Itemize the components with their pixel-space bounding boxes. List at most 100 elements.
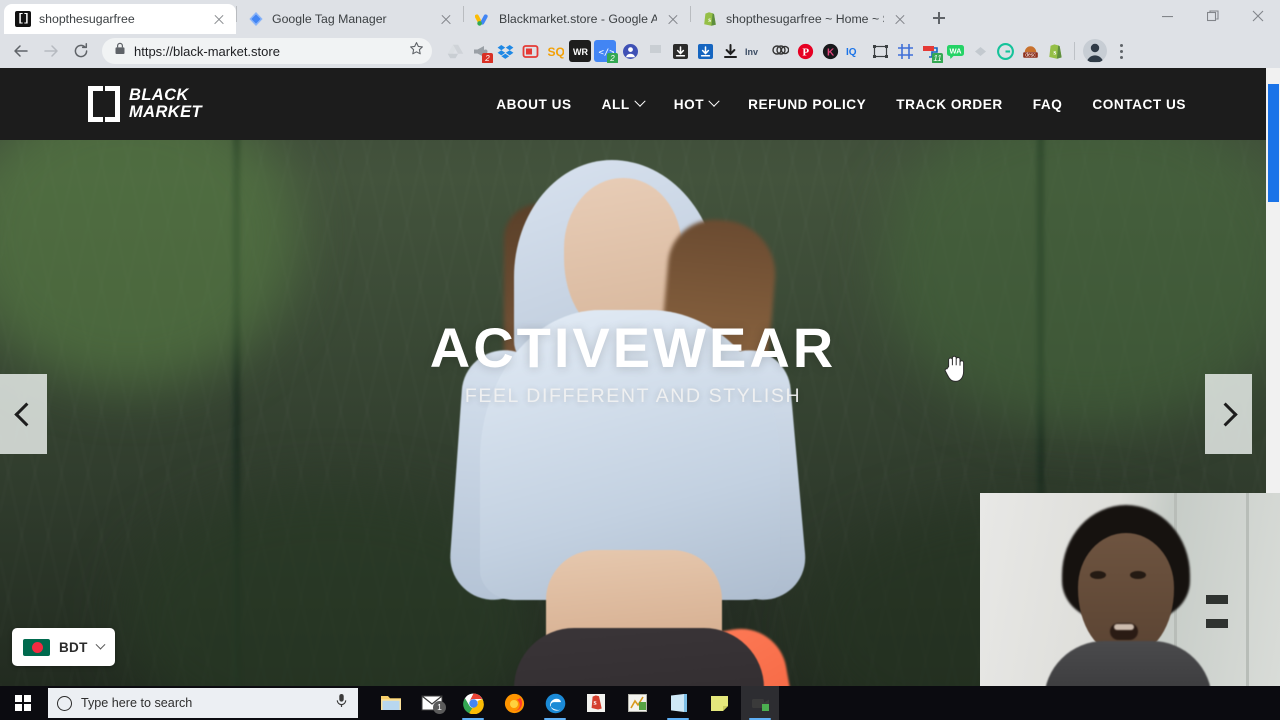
svg-text:P: P <box>802 46 809 58</box>
browser-tab-3[interactable]: Blackmarket.store - Google Ads <box>464 4 690 34</box>
tag-red-icon[interactable] <box>519 40 541 62</box>
wappalyzer-icon[interactable]: WR <box>569 40 591 62</box>
flag-grey-icon[interactable] <box>644 40 666 62</box>
firefox-icon[interactable] <box>495 686 533 720</box>
svg-text:WR: WR <box>573 47 588 57</box>
mail-icon[interactable]: 1 <box>413 686 451 720</box>
hero-subtitle: FEEL DIFFERENT AND STYLISH <box>464 385 802 407</box>
microphone-icon[interactable] <box>335 693 348 713</box>
chrome-browser-window: [] shopthesugarfree Google Tag Manager B… <box>0 0 1280 686</box>
whatsapp-wa-icon[interactable]: WA <box>944 40 966 62</box>
close-icon[interactable] <box>665 11 681 27</box>
paint-roller-icon[interactable]: 11 <box>919 40 943 63</box>
svg-text:s: s <box>594 698 597 707</box>
avatar[interactable] <box>1083 39 1107 63</box>
chart-app-icon[interactable] <box>618 686 656 720</box>
screen-recorder-icon[interactable] <box>741 686 779 720</box>
close-window-button[interactable] <box>1235 0 1280 32</box>
chrome-icon[interactable] <box>454 686 492 720</box>
carousel-prev-button[interactable] <box>0 374 47 454</box>
logo-line-2: MARKET <box>129 103 202 121</box>
pinterest-icon[interactable]: P <box>794 40 816 62</box>
taskbar-search-input[interactable]: Type here to search <box>48 688 358 718</box>
google-drive-icon[interactable] <box>444 40 466 62</box>
megaphone-ads-icon[interactable]: 2 <box>469 40 493 63</box>
download-arrow-icon[interactable] <box>719 40 741 62</box>
user-circle-blue-icon[interactable] <box>619 40 641 62</box>
grid-blue-icon[interactable] <box>894 40 916 62</box>
cortana-circle-icon <box>57 695 72 711</box>
hero-model-photo <box>396 160 866 686</box>
shopify-green-icon[interactable]: s <box>1044 40 1066 62</box>
address-bar[interactable]: https://black-market.store <box>102 38 432 64</box>
google-tag-manager-icon <box>248 11 264 27</box>
dropbox-icon[interactable] <box>494 40 516 62</box>
edge-icon[interactable] <box>536 686 574 720</box>
onenote-icon[interactable] <box>659 686 697 720</box>
close-icon[interactable] <box>211 11 227 27</box>
svg-text:IQ: IQ <box>846 47 857 58</box>
nav-item-contact-us[interactable]: CONTACT US <box>1092 97 1186 112</box>
reload-button[interactable] <box>66 36 96 66</box>
grammarly-icon[interactable] <box>994 40 1016 62</box>
koala-inspector-icon[interactable]: K <box>819 40 841 62</box>
bookmark-star-icon[interactable] <box>409 41 424 61</box>
close-icon[interactable] <box>892 11 908 27</box>
currency-code: BDT <box>59 639 88 655</box>
currency-selector[interactable]: BDT <box>12 628 115 666</box>
browser-toolbar: https://black-market.store 2 SQ WR </> 2 … <box>0 34 1280 68</box>
webcam-overlay <box>980 493 1280 686</box>
chevron-down-icon <box>634 95 646 107</box>
maximize-button[interactable] <box>1190 0 1235 32</box>
desc-bell-icon[interactable]: desc <box>1019 40 1041 62</box>
nav-label: REFUND POLICY <box>748 96 867 112</box>
nav-item-faq[interactable]: FAQ <box>1033 97 1063 112</box>
lock-icon <box>114 42 126 60</box>
similarweb-icon[interactable] <box>769 40 791 62</box>
mail-badge: 1 <box>433 701 446 714</box>
nav-item-track-order[interactable]: TRACK ORDER <box>896 97 1003 112</box>
tab-title: Google Tag Manager <box>272 12 387 26</box>
forward-button[interactable] <box>36 36 66 66</box>
selection-frame-icon[interactable] <box>869 40 891 62</box>
chevron-down-icon <box>95 639 106 650</box>
browser-tab-4[interactable]: s shopthesugarfree ~ Home ~ Sho <box>691 4 917 34</box>
windows-start-icon[interactable] <box>0 686 46 720</box>
sticky-notes-icon[interactable] <box>700 686 738 720</box>
tab-strip: [] shopthesugarfree Google Tag Manager B… <box>0 0 1280 34</box>
download-blue-icon[interactable] <box>694 40 716 62</box>
extension-badge: 2 <box>482 53 493 63</box>
svg-text:s: s <box>708 16 711 24</box>
chevron-down-icon <box>708 95 720 107</box>
logo-text: BLACK MARKET <box>129 87 202 121</box>
download-dark-icon[interactable] <box>669 40 691 62</box>
browser-tab-2[interactable]: Google Tag Manager <box>237 4 463 34</box>
file-explorer-icon[interactable] <box>372 686 410 720</box>
nav-item-refund-policy[interactable]: REFUND POLICY <box>748 97 866 112</box>
shopify-app-icon[interactable]: s <box>577 686 615 720</box>
code-brackets-icon[interactable]: </> 2 <box>594 40 618 63</box>
close-icon[interactable] <box>438 11 454 27</box>
site-logo[interactable]: BLACK MARKET <box>88 86 202 122</box>
nav-item-about-us[interactable]: ABOUT US <box>496 97 571 112</box>
carousel-next-button[interactable] <box>1205 374 1252 454</box>
main-navigation: ABOUT US ALL HOT REFUND POLICY TRACK ORD… <box>496 95 1186 112</box>
taskbar-apps: 1 s <box>372 686 779 720</box>
scrollbar-thumb[interactable] <box>1268 84 1279 202</box>
iq-text-icon[interactable]: IQ <box>844 40 866 62</box>
hero-text-block: ACTIVEWEAR FEEL DIFFERENT AND STYLISH <box>0 320 1266 408</box>
chrome-menu-kebab[interactable] <box>1110 39 1132 63</box>
diamond-grey-icon[interactable] <box>969 40 991 62</box>
nav-item-all[interactable]: ALL <box>602 95 646 112</box>
seoquake-icon[interactable]: SQ <box>544 40 566 62</box>
site-header: BLACK MARKET ABOUT US ALL HOT REFUND POL… <box>0 68 1266 140</box>
nav-label: FAQ <box>1032 96 1063 112</box>
svg-text:SQ: SQ <box>547 45 564 59</box>
new-tab-button[interactable] <box>925 4 953 32</box>
google-ads-icon <box>475 11 491 27</box>
minimize-button[interactable] <box>1145 0 1190 32</box>
browser-tab-1[interactable]: [] shopthesugarfree <box>4 4 236 34</box>
nav-item-hot[interactable]: HOT <box>674 95 720 112</box>
back-button[interactable] <box>6 36 36 66</box>
inv-text-icon[interactable]: Inv <box>744 40 766 62</box>
